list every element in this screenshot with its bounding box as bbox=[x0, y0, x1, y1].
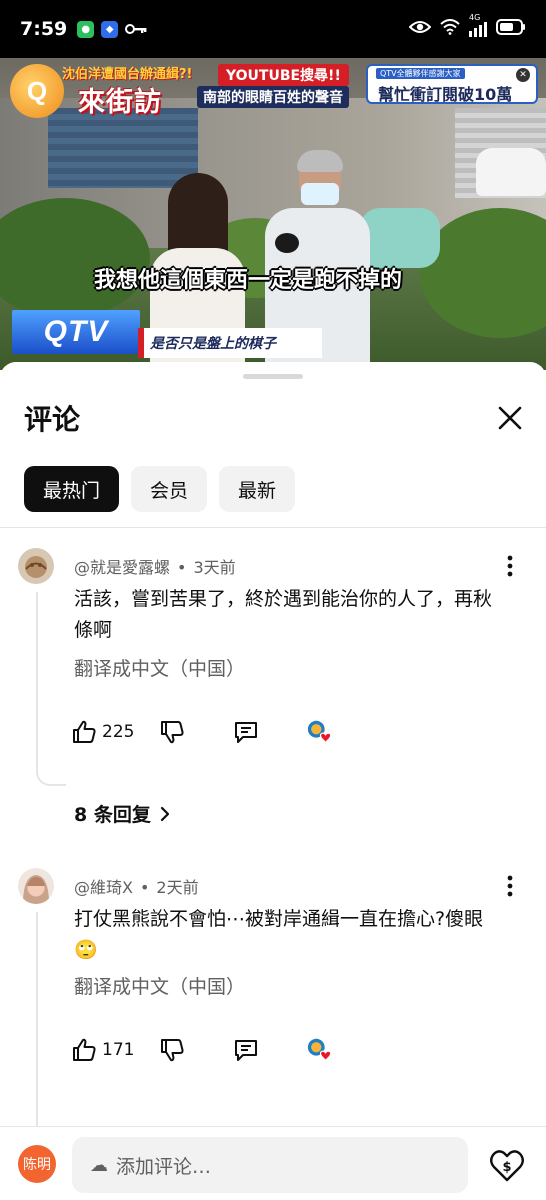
close-button[interactable] bbox=[492, 400, 528, 436]
drag-handle[interactable] bbox=[243, 374, 303, 379]
status-bar: 7:59 ● ◆ 4G bbox=[0, 0, 546, 58]
chip-top[interactable]: 最热门 bbox=[24, 466, 120, 512]
signal-icon: 4G bbox=[469, 13, 487, 37]
dislike-button[interactable] bbox=[158, 718, 186, 746]
chip-members[interactable]: 会员 bbox=[131, 466, 208, 512]
close-icon bbox=[498, 406, 522, 430]
promo-main-text: 幫忙衝訂閱破10萬 bbox=[378, 85, 513, 104]
reply-icon bbox=[235, 722, 258, 743]
add-comment-input[interactable]: ☁ 添加评论… bbox=[72, 1137, 468, 1193]
chevron-right-icon bbox=[160, 806, 169, 821]
comment-item: @就是愛露螺 • 3天前 活該，嘗到苦果了，終於遇到能治你的人了，再秋條啊 翻译成中… bbox=[0, 548, 546, 838]
app-icon: ◆ bbox=[101, 20, 119, 38]
youtube-subtitle: 南部的眼睛百姓的聲音 bbox=[197, 86, 349, 108]
avatar[interactable] bbox=[18, 868, 54, 904]
replies-count: 8 条回复 bbox=[74, 804, 151, 826]
reply-icon bbox=[235, 1040, 258, 1061]
more-options-button[interactable] bbox=[498, 874, 522, 898]
translate-link[interactable]: 翻译成中文（中国） bbox=[74, 654, 245, 681]
like-count: 171 bbox=[102, 1040, 135, 1060]
comment-actions: 225 bbox=[70, 718, 334, 746]
more-options-button[interactable] bbox=[498, 554, 522, 578]
comment-author[interactable]: @維琦X bbox=[74, 878, 133, 897]
wifi-icon bbox=[440, 19, 460, 39]
comment-meta: @維琦X • 2天前 bbox=[74, 878, 199, 897]
sort-chips: 最热门 会员 最新 bbox=[24, 466, 296, 512]
creator-heart-icon bbox=[306, 1036, 334, 1064]
add-comment-bar: 陈明 ☁ 添加评论… $ bbox=[0, 1126, 546, 1200]
comment-meta: @就是愛露螺 • 3天前 bbox=[74, 558, 236, 577]
network-label: 4G bbox=[469, 12, 481, 22]
like-count: 225 bbox=[102, 722, 135, 742]
reply-button[interactable] bbox=[232, 1036, 260, 1064]
eye-icon bbox=[408, 19, 432, 39]
wechat-icon: ● bbox=[77, 20, 95, 38]
thumbs-down-icon bbox=[161, 1039, 185, 1062]
comment-item: @維琦X • 2天前 打仗黑熊說不會怕⋯被對岸通緝一直在擔心?傻眼🙄 翻译成中文（中… bbox=[0, 868, 546, 1132]
sheet-title: 评论 bbox=[24, 403, 81, 436]
logo-main-title: 來街訪 bbox=[78, 87, 162, 118]
comment-author[interactable]: @就是愛露螺 bbox=[74, 558, 170, 577]
promo-top-text: QTV全體夥伴感謝大家 bbox=[376, 68, 465, 79]
avatar[interactable] bbox=[18, 548, 54, 584]
reply-button[interactable] bbox=[232, 718, 260, 746]
status-time: 7:59 bbox=[20, 18, 68, 40]
kebab-icon bbox=[507, 875, 513, 897]
divider bbox=[0, 527, 546, 528]
comments-sheet: 评论 最热门 会员 最新 @就是愛露螺 • 3天前 活該，嘗到苦果了，終於遇到能治你… bbox=[0, 362, 546, 1200]
kebab-icon bbox=[507, 555, 513, 577]
key-icon bbox=[125, 22, 147, 36]
cloud-icon: ☁ bbox=[90, 1154, 108, 1176]
heart-dollar-icon: $ bbox=[490, 1150, 524, 1182]
translate-link[interactable]: 翻译成中文（中国） bbox=[74, 972, 245, 999]
comment-actions: 171 bbox=[70, 1036, 334, 1064]
like-button[interactable]: 171 bbox=[70, 1036, 134, 1064]
thread-line bbox=[36, 912, 38, 1132]
subscribe-promo: QTV全體夥伴感謝大家 幫忙衝訂閱破10萬 ✕ bbox=[366, 64, 538, 104]
like-button[interactable]: 225 bbox=[70, 718, 134, 746]
creator-heart-icon bbox=[306, 718, 334, 746]
add-comment-placeholder: 添加评论… bbox=[116, 1155, 212, 1178]
my-avatar[interactable]: 陈明 bbox=[18, 1145, 56, 1183]
lower-third-caption: 是否只是盤上的棋子 bbox=[138, 328, 322, 358]
qtv-brand-bar: QTV bbox=[12, 310, 140, 354]
replies-toggle[interactable]: 8 条回复 bbox=[74, 800, 171, 827]
thumbs-up-icon bbox=[73, 1038, 96, 1061]
microphone bbox=[275, 233, 299, 253]
youtube-banner: YOUTUBE搜尋!! bbox=[218, 64, 349, 86]
comment-time: 2天前 bbox=[156, 878, 199, 897]
comment-text: 活該，嘗到苦果了，終於遇到能治你的人了，再秋條啊 bbox=[74, 588, 493, 641]
thumbs-up-icon bbox=[73, 720, 96, 743]
video-subtitle: 我想他這個東西一定是跑不掉的 bbox=[94, 268, 403, 293]
comment-time: 3天前 bbox=[193, 558, 236, 577]
chip-newest[interactable]: 最新 bbox=[219, 466, 296, 512]
comment-text: 打仗黑熊說不會怕⋯被對岸通緝一直在擔心?傻眼🙄 bbox=[74, 908, 484, 961]
battery-icon bbox=[496, 19, 526, 39]
qtv-logo: Q bbox=[10, 64, 64, 118]
promo-close-icon: ✕ bbox=[516, 68, 530, 82]
dislike-button[interactable] bbox=[158, 1036, 186, 1064]
thumbs-down-icon bbox=[161, 721, 185, 744]
super-thanks-button[interactable]: $ bbox=[488, 1147, 526, 1185]
svg-text:$: $ bbox=[502, 1160, 511, 1175]
thread-line bbox=[36, 592, 38, 762]
